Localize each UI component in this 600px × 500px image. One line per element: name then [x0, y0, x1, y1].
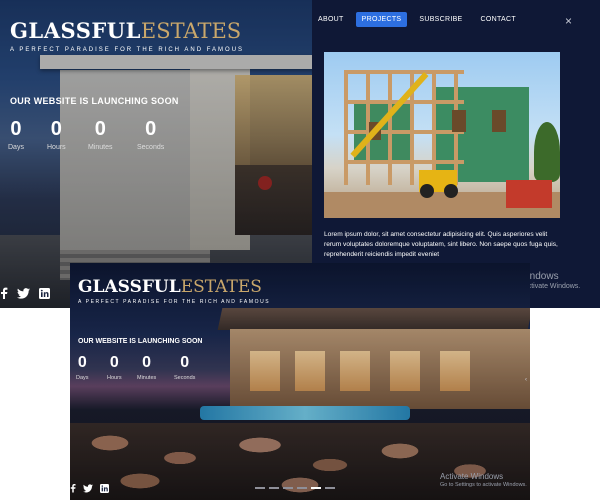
brand-logo[interactable]: GLASSFULESTATES	[78, 277, 262, 297]
countdown-days: 0 Days	[76, 354, 89, 381]
countdown-value: 0	[77, 354, 87, 371]
activate-windows-watermark: Activate Windows	[440, 472, 504, 481]
photo-window-opening	[452, 110, 466, 132]
tagline: A PERFECT PARADISE FOR THE RICH AND FAMO…	[10, 47, 245, 53]
photo-dumpster	[506, 180, 552, 208]
social-links	[0, 287, 50, 299]
main-nav: ABOUT PROJECTS SUBSCRIBE CONTACT	[312, 12, 522, 27]
countdown-seconds: 0 Seconds	[174, 354, 195, 381]
slider-dot[interactable]	[297, 487, 307, 489]
countdown-label: Hours	[47, 144, 66, 151]
project-description: Lorem ipsum dolor, sit amet consectetur …	[324, 231, 558, 258]
top-screenshot: GLASSFULESTATES A PERFECT PARADISE FOR T…	[0, 0, 600, 308]
countdown-value: 0	[145, 118, 157, 140]
nav-projects[interactable]: PROJECTS	[355, 12, 408, 27]
social-links	[70, 483, 109, 493]
nav-about[interactable]: ABOUT	[312, 12, 350, 27]
close-icon[interactable]: ×	[565, 14, 572, 28]
photo-window-opening	[492, 110, 506, 132]
slider-dot[interactable]	[283, 487, 293, 489]
countdown-hours: 0 Hours	[47, 118, 66, 151]
brand-name-part2: ESTATES	[180, 277, 262, 297]
launch-heading: OUR WEBSITE IS LAUNCHING SOON	[78, 338, 203, 345]
facebook-icon[interactable]	[70, 483, 76, 493]
launch-heading: OUR WEBSITE IS LAUNCHING SOON	[10, 96, 179, 106]
linkedin-icon[interactable]	[100, 483, 109, 493]
countdown-label: Days	[76, 375, 89, 381]
countdown-hours: 0 Hours	[107, 354, 122, 381]
countdown-value: 0	[142, 354, 152, 371]
photo-wood-frame	[344, 70, 464, 185]
project-photo	[324, 52, 560, 218]
projects-modal: ABOUT PROJECTS SUBSCRIBE CONTACT × Lorem…	[312, 0, 600, 308]
facebook-icon[interactable]	[0, 287, 8, 299]
slider-pagination	[255, 487, 335, 489]
countdown-label: Hours	[107, 375, 122, 381]
countdown-label: Seconds	[174, 375, 196, 381]
tagline: A PERFECT PARADISE FOR THE RICH AND FAMO…	[78, 299, 271, 305]
slider-dot[interactable]	[255, 487, 265, 489]
countdown-value: 0	[94, 118, 106, 140]
countdown-label: Minutes	[88, 144, 113, 151]
slider-prev-arrow[interactable]: ‹	[525, 377, 527, 383]
countdown-seconds: 0 Seconds	[137, 118, 164, 151]
countdown-label: Seconds	[137, 144, 165, 151]
slider-dot[interactable]	[269, 487, 279, 489]
countdown-value: 0	[180, 354, 190, 371]
twitter-icon[interactable]	[83, 483, 93, 493]
brand-name-part1: GLASSFUL	[10, 18, 141, 43]
brand-logo[interactable]: GLASSFULESTATES	[10, 18, 241, 43]
nav-contact[interactable]: CONTACT	[475, 12, 522, 27]
photo-wheel	[444, 184, 458, 198]
slider-dot[interactable]	[325, 487, 335, 489]
countdown-value: 0	[109, 354, 119, 371]
linkedin-icon[interactable]	[39, 287, 50, 299]
photo-wheel	[420, 184, 434, 198]
brand-name-part2: ESTATES	[140, 19, 242, 43]
countdown-minutes: 0 Minutes	[137, 354, 156, 381]
countdown-value: 0	[10, 118, 22, 140]
countdown-days: 0 Days	[8, 118, 24, 151]
nav-subscribe[interactable]: SUBSCRIBE	[413, 12, 468, 27]
photo-tree	[534, 122, 560, 182]
countdown-label: Minutes	[137, 375, 157, 381]
countdown-value: 0	[50, 118, 62, 140]
bottom-screenshot: GLASSFULESTATES A PERFECT PARADISE FOR T…	[70, 263, 530, 500]
countdown-label: Days	[8, 144, 24, 151]
countdown-minutes: 0 Minutes	[88, 118, 113, 151]
slider-dot-active[interactable]	[311, 487, 321, 489]
twitter-icon[interactable]	[17, 287, 30, 299]
brand-name-part1: GLASSFUL	[78, 277, 181, 297]
activate-windows-subtext: Go to Settings to activate Windows.	[440, 482, 527, 488]
